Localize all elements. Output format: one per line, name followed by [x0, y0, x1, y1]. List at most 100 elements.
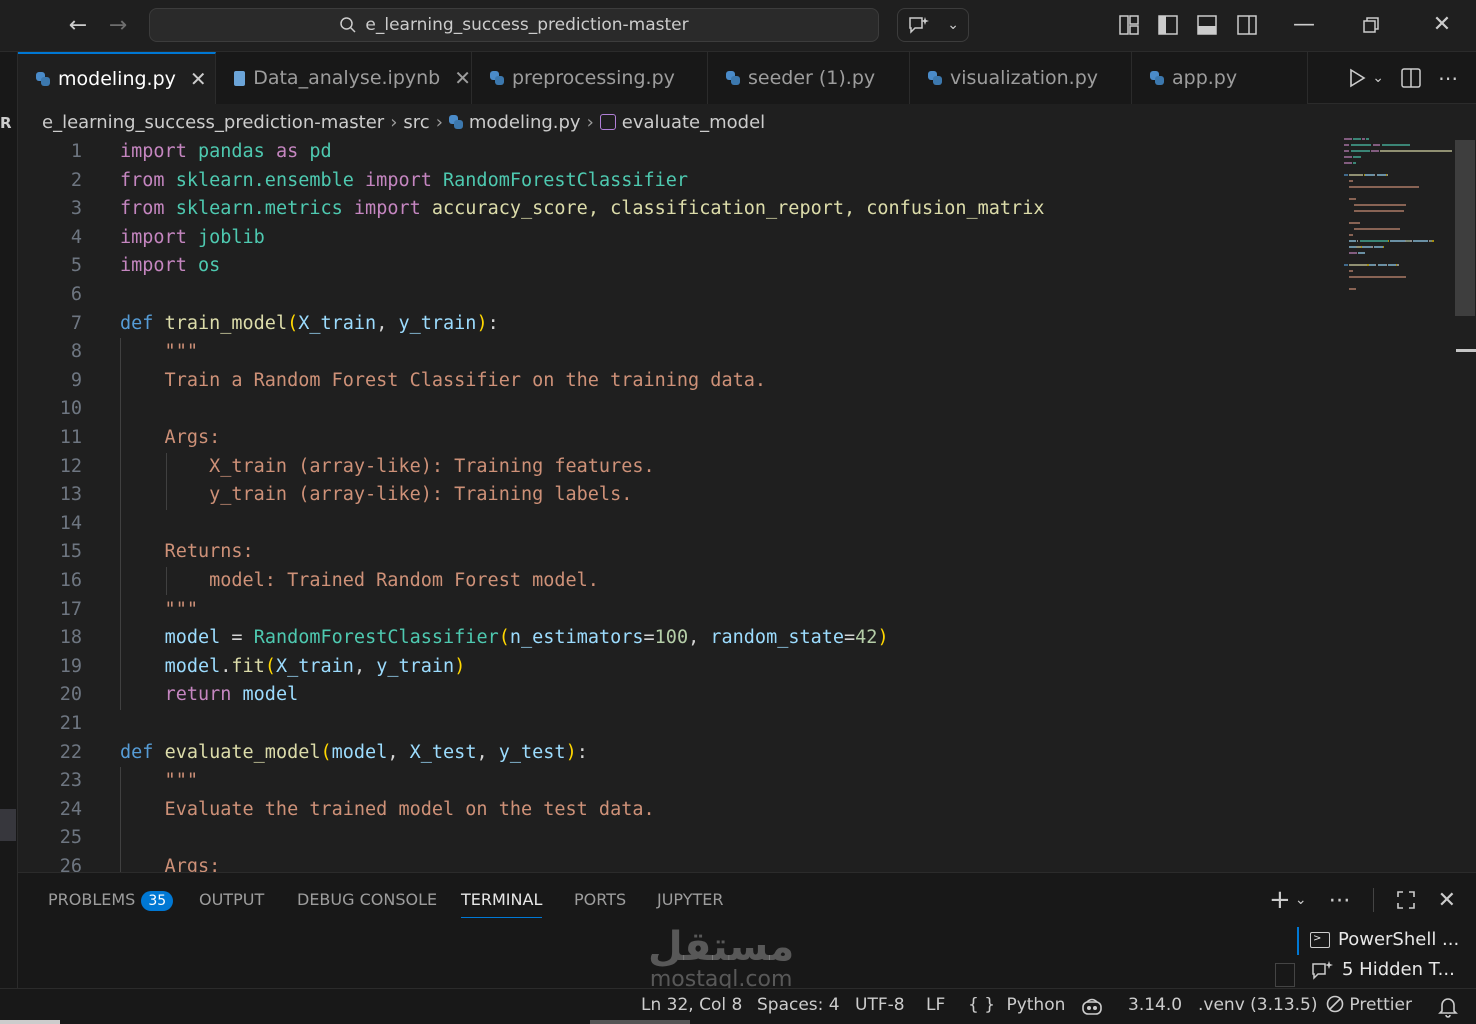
python-icon: [1150, 71, 1164, 85]
breadcrumb-folder[interactable]: src: [403, 112, 429, 133]
tab-problems[interactable]: PROBLEMS 35: [48, 887, 174, 917]
line-number: 15: [59, 541, 82, 563]
minimap-line: [1386, 174, 1389, 176]
code-line[interactable]: 6: [18, 281, 1348, 310]
tab-jupyter[interactable]: JUPYTER: [657, 887, 724, 917]
line-number: 11: [59, 427, 82, 448]
notifications-bell-icon[interactable]: [1438, 996, 1458, 1018]
code-line[interactable]: 9 Train a Random Forest Classifier on th…: [18, 367, 1348, 396]
code-line[interactable]: 7 def train_model(X_train, y_train):: [18, 310, 1348, 339]
code-text: import pandas as pd: [120, 138, 332, 167]
code-token: model: Trained Random Forest model.: [120, 570, 599, 591]
back-arrow-icon[interactable]: ←: [64, 12, 92, 40]
minimap-line: [1354, 204, 1407, 206]
new-terminal-icon[interactable]: +: [1269, 885, 1291, 915]
tab-visualization-py[interactable]: visualization.py: [910, 52, 1132, 104]
code-line[interactable]: 26 Args:: [18, 853, 1348, 872]
code-line[interactable]: 8 """: [18, 338, 1348, 367]
code-line[interactable]: 1 import pandas as pd: [18, 138, 1348, 167]
indentation[interactable]: Spaces: 4: [757, 995, 840, 1015]
maximize-panel-icon[interactable]: [1396, 890, 1416, 910]
code-line[interactable]: 5 import os: [18, 252, 1348, 281]
minimap-line: [1359, 240, 1389, 242]
customize-layout-icon[interactable]: [1118, 14, 1140, 36]
minimize-icon[interactable]: —: [1289, 10, 1319, 40]
sidebar-selected-item[interactable]: [0, 809, 16, 841]
active-terminal-indicator: [1297, 927, 1299, 955]
code-line[interactable]: 23 """: [18, 767, 1348, 796]
code-editor[interactable]: 1 import pandas as pd 2 from sklearn.ensemb…: [18, 138, 1476, 872]
code-line[interactable]: 22 def evaluate_model(model, X_test, y_te…: [18, 739, 1348, 768]
line-number: 1: [70, 141, 82, 162]
tab-preprocessing-py[interactable]: preprocessing.py: [472, 52, 708, 104]
toggle-secondary-sidebar-icon[interactable]: [1236, 14, 1258, 36]
code-line[interactable]: 18 model = RandomForestClassifier(n_esti…: [18, 624, 1348, 653]
cursor-position[interactable]: Ln 32, Col 8: [641, 995, 742, 1015]
copilot-icon[interactable]: [1080, 997, 1104, 1017]
restore-icon[interactable]: [1362, 16, 1380, 34]
code-line[interactable]: 11 Args:: [18, 424, 1348, 453]
code-line[interactable]: 21: [18, 710, 1348, 739]
toggle-primary-sidebar-icon[interactable]: [1157, 14, 1179, 36]
tab-modeling-py[interactable]: modeling.py ✕: [18, 52, 216, 104]
chevron-down-icon[interactable]: ⌄: [1295, 892, 1307, 908]
tab-data-analyse-ipynb[interactable]: Data_analyse.ipynb ✕: [216, 52, 472, 104]
close-panel-icon[interactable]: ✕: [1438, 888, 1456, 913]
close-tab-icon[interactable]: ✕: [190, 67, 207, 91]
code-line[interactable]: 12 X_train (array-like): Training featur…: [18, 453, 1348, 482]
more-actions-icon[interactable]: ⋯: [1438, 66, 1458, 90]
code-line[interactable]: 3 from sklearn.metrics import accuracy_sc…: [18, 195, 1348, 224]
toggle-panel-icon[interactable]: [1196, 14, 1218, 36]
more-actions-icon[interactable]: ⋯: [1329, 888, 1351, 913]
code-line[interactable]: 14: [18, 510, 1348, 539]
code-line[interactable]: 25: [18, 824, 1348, 853]
copilot-chat-button[interactable]: ⌄: [897, 8, 969, 42]
line-number: 2: [70, 169, 82, 191]
python-venv[interactable]: .venv (3.13.5): [1198, 995, 1318, 1015]
python-interpreter-version[interactable]: 3.14.0: [1128, 995, 1182, 1015]
command-center-search[interactable]: e_learning_success_prediction-master: [149, 8, 879, 42]
code-line[interactable]: 20 return model: [18, 681, 1348, 710]
minimap-line: [1349, 270, 1354, 272]
tab-ports[interactable]: PORTS: [574, 887, 626, 917]
minimap[interactable]: [1344, 138, 1454, 308]
terminal-checkbox[interactable]: [1275, 963, 1295, 987]
code-line[interactable]: 24 Evaluate the trained model on the tes…: [18, 796, 1348, 825]
line-number: 4: [70, 226, 82, 248]
end-of-line[interactable]: LF: [926, 995, 945, 1015]
code-line[interactable]: 19 model.fit(X_train, y_train): [18, 653, 1348, 682]
code-line[interactable]: 16 model: Trained Random Forest model.: [18, 567, 1348, 596]
close-tab-icon[interactable]: ✕: [454, 66, 471, 90]
terminal-powershell[interactable]: > PowerShell ...: [1310, 929, 1459, 950]
language-mode[interactable]: { } Python: [968, 995, 1065, 1015]
scrollbar-thumb[interactable]: [1455, 140, 1475, 316]
code-text: y_train (array-like): Training labels.: [120, 481, 632, 510]
chevron-down-icon[interactable]: ⌄: [1372, 70, 1384, 86]
prettier-status[interactable]: Prettier: [1326, 995, 1412, 1015]
search-icon: [340, 17, 356, 33]
editor-tab-bar: modeling.py ✕ Data_analyse.ipynb ✕ prepr…: [18, 52, 1476, 104]
encoding[interactable]: UTF-8: [855, 995, 905, 1015]
code-line[interactable]: 4 import joblib: [18, 224, 1348, 253]
tab-output[interactable]: OUTPUT: [199, 887, 264, 917]
tab-seeder-py[interactable]: seeder (1).py: [708, 52, 910, 104]
forward-arrow-icon[interactable]: →: [104, 12, 132, 40]
code-text: Evaluate the trained model on the test d…: [120, 796, 655, 825]
split-editor-icon[interactable]: [1400, 67, 1422, 89]
code-line[interactable]: 10: [18, 395, 1348, 424]
terminal-hidden[interactable]: 5 Hidden T...: [1310, 959, 1455, 980]
code-line[interactable]: 13 y_train (array-like): Training labels…: [18, 481, 1348, 510]
code-line[interactable]: 17 """: [18, 596, 1348, 625]
code-line[interactable]: 15 Returns:: [18, 538, 1348, 567]
run-icon[interactable]: [1348, 68, 1366, 88]
minimap-line: [1354, 210, 1404, 212]
close-window-icon[interactable]: ✕: [1427, 10, 1457, 40]
breadcrumb-symbol[interactable]: evaluate_model: [622, 112, 765, 133]
breadcrumb-root[interactable]: e_learning_success_prediction-master: [42, 112, 384, 133]
tab-terminal[interactable]: TERMINAL: [461, 887, 543, 918]
code-line[interactable]: 2 from sklearn.ensemble import RandomFore…: [18, 167, 1348, 196]
breadcrumb-file[interactable]: modeling.py: [469, 112, 581, 133]
tab-debug-console[interactable]: DEBUG CONSOLE: [297, 887, 437, 917]
tab-app-py[interactable]: app.py: [1132, 52, 1308, 104]
code-token: model: [331, 741, 388, 763]
